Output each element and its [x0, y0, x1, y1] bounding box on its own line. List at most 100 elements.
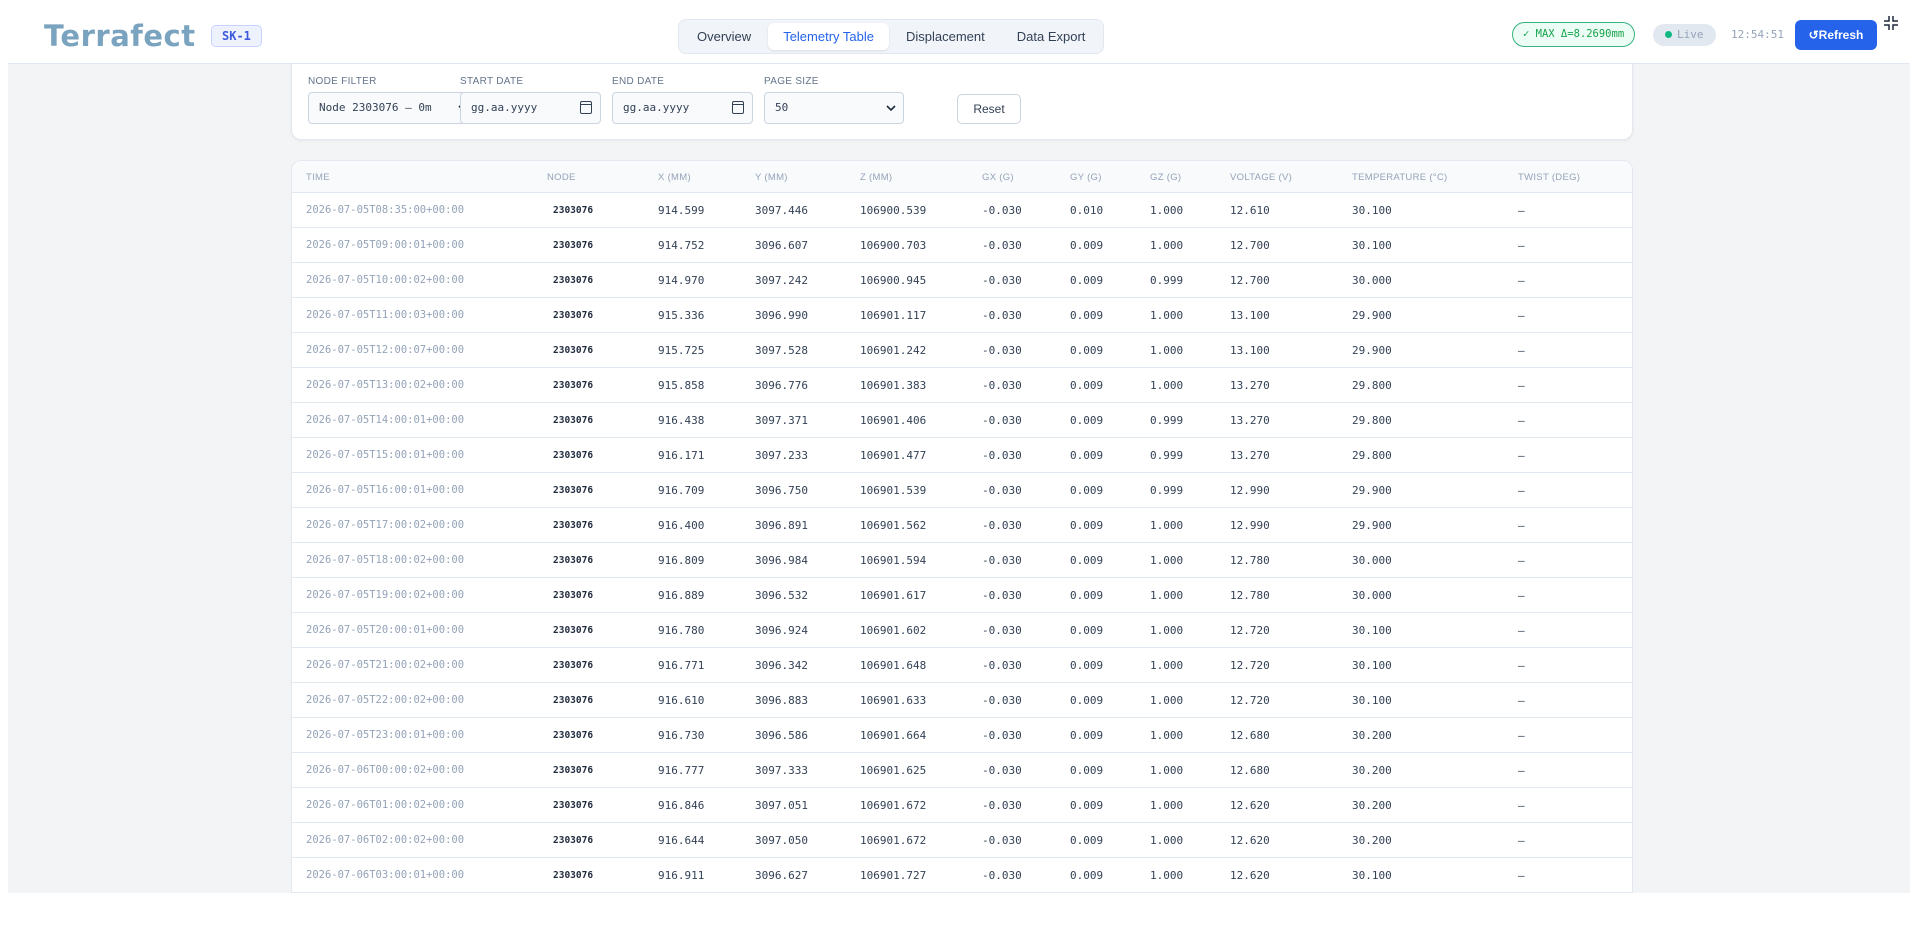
cell-temperature: 30.100 — [1352, 624, 1392, 637]
cell-gz: 1.000 — [1150, 239, 1184, 252]
table-row[interactable]: 2026-07-05T17:00:02+00:00 2303076 916.400 3… — [292, 508, 1632, 543]
end-date-placeholder: gg.aa.yyyy — [623, 101, 690, 114]
cell-gy: 0.009 — [1070, 729, 1104, 742]
cell-voltage: 12.780 — [1230, 554, 1270, 567]
table-row[interactable]: 2026-07-05T09:00:01+00:00 2303076 914.752 3… — [292, 228, 1632, 263]
cell-temperature: 30.200 — [1352, 799, 1392, 812]
cell-voltage: 12.700 — [1230, 239, 1270, 252]
column-header-z[interactable]: Z (MM) — [860, 172, 892, 183]
end-date-input[interactable]: gg.aa.yyyy — [612, 92, 753, 124]
column-header-x[interactable]: X (MM) — [658, 172, 691, 183]
table-row[interactable]: 2026-07-06T02:00:02+00:00 2303076 916.644 3… — [292, 823, 1632, 858]
table-row[interactable]: 2026-07-05T16:00:01+00:00 2303076 916.709 3… — [292, 473, 1632, 508]
start-date-input[interactable]: gg.aa.yyyy — [460, 92, 601, 124]
calendar-icon[interactable] — [732, 101, 744, 114]
cell-gy: 0.009 — [1070, 834, 1104, 847]
cell-time: 2026-07-06T00:00:02+00:00 — [306, 764, 465, 776]
table-row[interactable]: 2026-07-06T01:00:02+00:00 2303076 916.846 3… — [292, 788, 1632, 823]
node-filter-select[interactable]: Node 2303076 — 0m — [308, 92, 476, 124]
cell-twist: — — [1518, 239, 1525, 252]
table-row[interactable]: 2026-07-05T14:00:01+00:00 2303076 916.438 3… — [292, 403, 1632, 438]
cell-time: 2026-07-05T08:35:00+00:00 — [306, 204, 465, 216]
table-row[interactable]: 2026-07-05T23:00:01+00:00 2303076 916.730 3… — [292, 718, 1632, 753]
cell-temperature: 30.200 — [1352, 834, 1392, 847]
cell-x: 914.752 — [658, 239, 705, 252]
start-date-label: START DATE — [460, 76, 524, 87]
table-row[interactable]: 2026-07-06T03:00:01+00:00 2303076 916.911 3… — [292, 858, 1632, 893]
tab-data-export[interactable]: Data Export — [1002, 23, 1101, 50]
cell-gy: 0.009 — [1070, 799, 1104, 812]
cell-voltage: 12.720 — [1230, 694, 1270, 707]
tab-overview[interactable]: Overview — [682, 23, 766, 50]
cell-voltage: 12.720 — [1230, 624, 1270, 637]
table-row[interactable]: 2026-07-05T11:00:03+00:00 2303076 915.336 3… — [292, 298, 1632, 333]
cell-gx: -0.030 — [982, 449, 1022, 462]
refresh-button[interactable]: ↺Refresh — [1795, 20, 1877, 50]
cell-gx: -0.030 — [982, 659, 1022, 672]
tab-displacement[interactable]: Displacement — [891, 23, 1000, 50]
cell-x: 915.858 — [658, 379, 705, 392]
cell-voltage: 12.990 — [1230, 484, 1270, 497]
reset-button[interactable]: Reset — [957, 94, 1021, 124]
table-row[interactable]: 2026-07-05T21:00:02+00:00 2303076 916.771 3… — [292, 648, 1632, 683]
cell-gz: 1.000 — [1150, 519, 1184, 532]
cell-gz: 1.000 — [1150, 764, 1184, 777]
cell-twist: — — [1518, 484, 1525, 497]
column-header-gz[interactable]: GZ (G) — [1150, 172, 1181, 183]
cell-x: 916.709 — [658, 484, 705, 497]
cell-z: 106901.625 — [860, 764, 927, 777]
cell-node: 2303076 — [553, 800, 594, 811]
cell-twist: — — [1518, 554, 1525, 567]
cell-x: 916.780 — [658, 624, 705, 637]
table-row[interactable]: 2026-07-05T12:00:07+00:00 2303076 915.725 3… — [292, 333, 1632, 368]
cell-gz: 1.000 — [1150, 799, 1184, 812]
table-row[interactable]: 2026-07-05T19:00:02+00:00 2303076 916.889 3… — [292, 578, 1632, 613]
column-header-gx[interactable]: GX (G) — [982, 172, 1014, 183]
page-size-select[interactable]: 50 — [764, 92, 904, 124]
cell-gy: 0.009 — [1070, 379, 1104, 392]
page-size-value: 50 — [775, 101, 789, 114]
cell-z: 106901.664 — [860, 729, 927, 742]
app-logo[interactable]: Terrafect — [44, 19, 196, 53]
cell-time: 2026-07-05T13:00:02+00:00 — [306, 379, 465, 391]
table-row[interactable]: 2026-07-05T15:00:01+00:00 2303076 916.171 3… — [292, 438, 1632, 473]
table-row[interactable]: 2026-07-05T13:00:02+00:00 2303076 915.858 3… — [292, 368, 1632, 403]
table-row[interactable]: 2026-07-05T22:00:02+00:00 2303076 916.610 3… — [292, 683, 1632, 718]
cell-node: 2303076 — [553, 730, 594, 741]
cell-time: 2026-07-05T14:00:01+00:00 — [306, 414, 465, 426]
column-header-gy[interactable]: GY (G) — [1070, 172, 1102, 183]
cell-voltage: 13.100 — [1230, 344, 1270, 357]
table-row[interactable]: 2026-07-05T18:00:02+00:00 2303076 916.809 3… — [292, 543, 1632, 578]
table-row[interactable]: 2026-07-05T10:00:02+00:00 2303076 914.970 3… — [292, 263, 1632, 298]
column-header-node[interactable]: NODE — [547, 172, 576, 183]
cell-y: 3096.586 — [755, 729, 808, 742]
column-header-time[interactable]: TIME — [306, 172, 330, 183]
cell-twist: — — [1518, 624, 1525, 637]
cell-gz: 1.000 — [1150, 869, 1184, 882]
cell-gy: 0.009 — [1070, 519, 1104, 532]
clock-readout: 12:54:51 — [1731, 28, 1784, 41]
column-header-voltage[interactable]: VOLTAGE (V) — [1230, 172, 1292, 183]
cell-twist: — — [1518, 729, 1525, 742]
column-header-twist[interactable]: TWIST (DEG) — [1518, 172, 1580, 183]
cell-node: 2303076 — [553, 485, 594, 496]
tab-telemetry-table[interactable]: Telemetry Table — [768, 23, 889, 50]
cell-node: 2303076 — [553, 415, 594, 426]
column-header-y[interactable]: Y (MM) — [755, 172, 788, 183]
column-header-temperature[interactable]: TEMPERATURE (°C) — [1352, 172, 1448, 183]
cell-gy: 0.009 — [1070, 869, 1104, 882]
cell-gz: 0.999 — [1150, 449, 1184, 462]
cell-voltage: 12.610 — [1230, 204, 1270, 217]
cell-twist: — — [1518, 379, 1525, 392]
table-row[interactable]: 2026-07-06T00:00:02+00:00 2303076 916.777 3… — [292, 753, 1632, 788]
cell-time: 2026-07-06T02:00:02+00:00 — [306, 834, 465, 846]
cell-time: 2026-07-05T19:00:02+00:00 — [306, 589, 465, 601]
live-dot-icon — [1665, 31, 1672, 38]
fullscreen-exit-icon[interactable] — [1883, 15, 1899, 31]
table-row[interactable]: 2026-07-05T08:35:00+00:00 2303076 914.599 3… — [292, 193, 1632, 228]
cell-y: 3096.984 — [755, 554, 808, 567]
cell-node: 2303076 — [553, 590, 594, 601]
cell-temperature: 30.000 — [1352, 589, 1392, 602]
table-row[interactable]: 2026-07-05T20:00:01+00:00 2303076 916.780 3… — [292, 613, 1632, 648]
calendar-icon[interactable] — [580, 101, 592, 114]
